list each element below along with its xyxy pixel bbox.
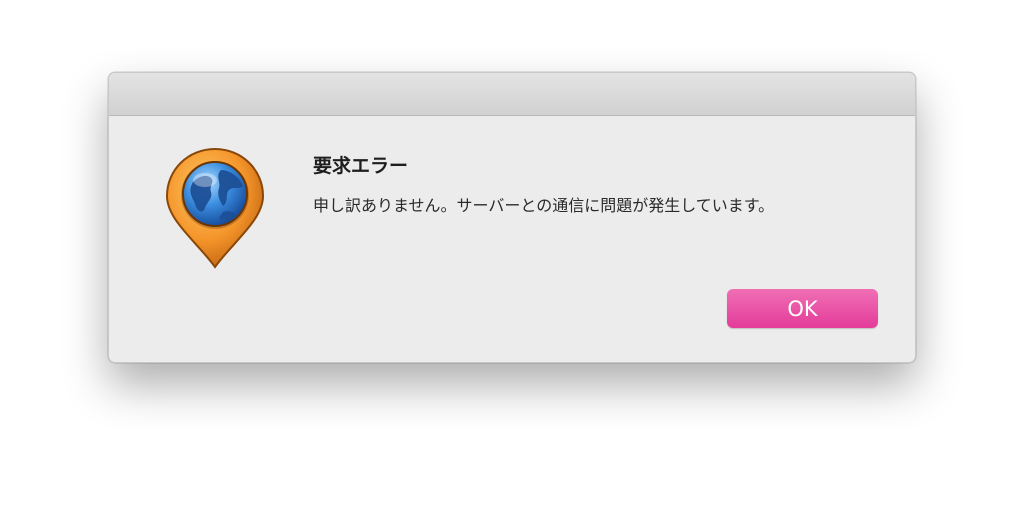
dialog-title: 要求エラー [313, 155, 409, 177]
dialog-titlebar[interactable] [109, 73, 915, 116]
dialog-message: 申し訳ありません。サーバーとの通信に問題が発生しています。 [313, 196, 775, 215]
globe-map-pin-icon [163, 146, 267, 270]
alert-dialog: 要求エラー 申し訳ありません。サーバーとの通信に問題が発生しています。 OK [108, 72, 916, 363]
ok-button[interactable]: OK [727, 289, 878, 328]
